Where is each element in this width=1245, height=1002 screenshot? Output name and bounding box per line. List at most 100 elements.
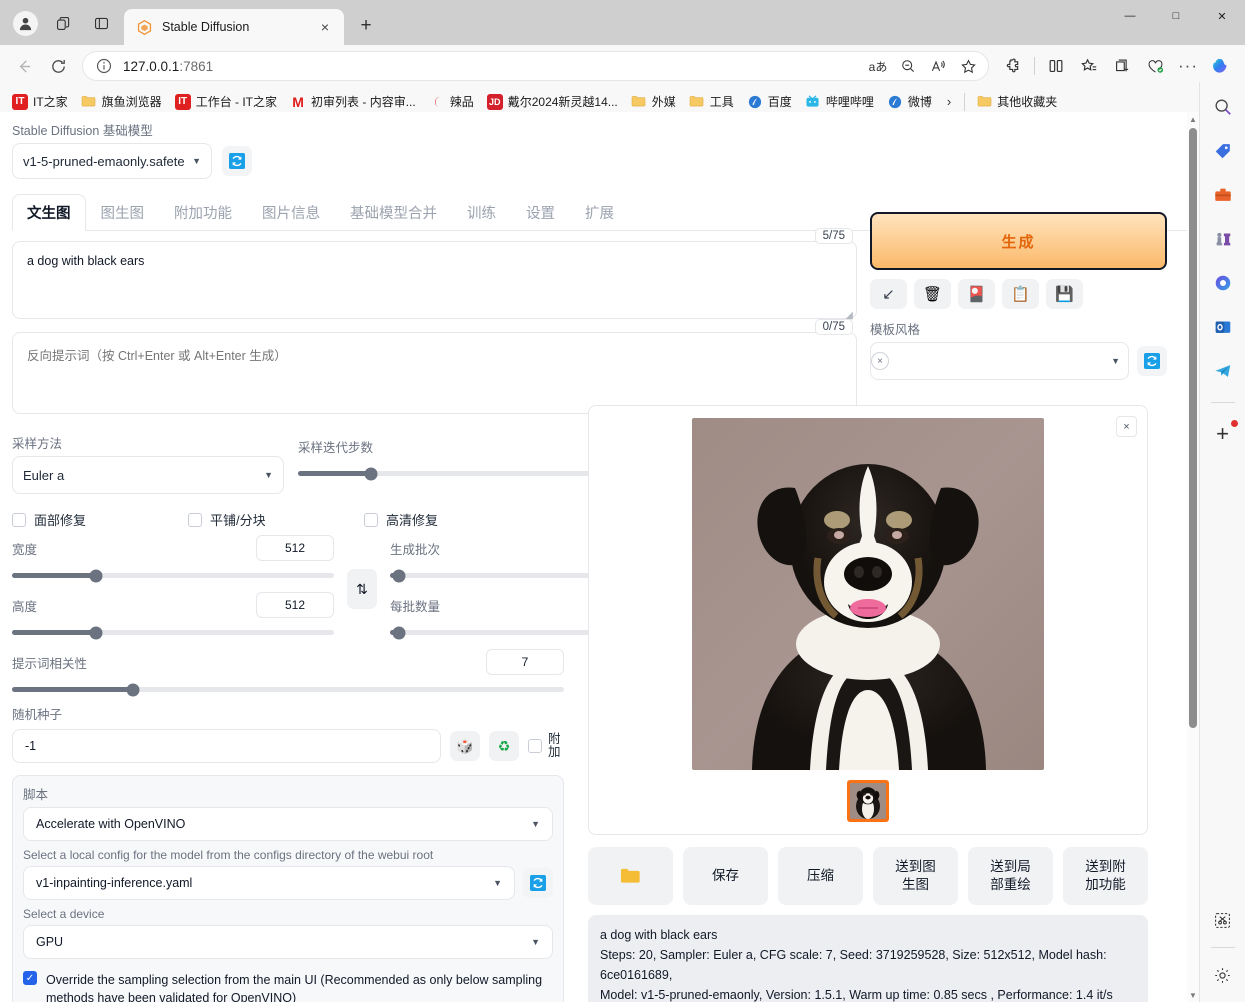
- tab-extras[interactable]: 附加功能: [159, 194, 247, 231]
- close-window-button[interactable]: ✕: [1199, 0, 1245, 32]
- reload-button[interactable]: [42, 50, 74, 82]
- profile-button[interactable]: [6, 4, 44, 42]
- bookmark-item[interactable]: IT 工作台 - IT之家: [169, 90, 283, 113]
- override-checkbox-row[interactable]: ✓ Override the sampling selection from t…: [23, 971, 553, 1002]
- vertical-tabs-button[interactable]: [82, 4, 120, 42]
- tab-extensions[interactable]: 扩展: [570, 194, 629, 231]
- bookmark-item[interactable]: 旗鱼浏览器: [75, 90, 168, 113]
- bookmark-item[interactable]: 哔哩哔哩: [799, 90, 880, 113]
- sampler-select[interactable]: Euler a ▼: [12, 456, 284, 494]
- style-select[interactable]: × ▼: [870, 342, 1129, 380]
- browser-tab[interactable]: Stable Diffusion ×: [124, 9, 344, 45]
- cfg-number-input[interactable]: 7: [486, 649, 564, 675]
- config-select[interactable]: v1-inpainting-inference.yaml ▼: [23, 866, 515, 900]
- screenshot-icon[interactable]: [1208, 905, 1238, 935]
- bookmark-item[interactable]: 微博: [881, 90, 938, 113]
- swap-dimensions-button[interactable]: ⇅: [347, 569, 377, 609]
- read-aloud-icon[interactable]: [924, 53, 952, 79]
- add-sidebar-app-button[interactable]: +: [1208, 419, 1238, 449]
- positive-prompt-input[interactable]: [12, 241, 857, 319]
- telegram-icon[interactable]: [1208, 356, 1238, 386]
- split-screen-icon[interactable]: [1040, 50, 1072, 82]
- gallery-thumbnail[interactable]: [847, 780, 889, 822]
- restore-progress-button[interactable]: ↙: [870, 279, 907, 309]
- model-refresh-button[interactable]: [222, 146, 252, 176]
- extra-seed-checkbox[interactable]: 附加: [528, 732, 564, 759]
- open-folder-button[interactable]: [588, 847, 673, 905]
- seed-reuse-button[interactable]: ♻: [489, 731, 519, 761]
- search-icon[interactable]: [1208, 92, 1238, 122]
- tab-train[interactable]: 训练: [452, 194, 511, 231]
- seed-randomize-button[interactable]: 🎲: [450, 731, 480, 761]
- close-icon[interactable]: ×: [314, 16, 336, 38]
- bookmark-item[interactable]: IT IT之家: [6, 90, 74, 113]
- script-select[interactable]: Accelerate with OpenVINO ▼: [23, 807, 553, 841]
- model-select[interactable]: v1-5-pruned-emaonly.safeter ▼: [12, 143, 212, 179]
- send-to-img2img-button[interactable]: 送到图 生图: [873, 847, 958, 905]
- bookmark-item[interactable]: 辣品: [423, 90, 480, 113]
- send-to-extras-button[interactable]: 送到附 加功能: [1063, 847, 1148, 905]
- translate-icon[interactable]: aあ: [864, 53, 892, 79]
- tab-settings[interactable]: 设置: [511, 194, 570, 231]
- copilot-icon[interactable]: [1205, 50, 1237, 82]
- extensions-icon[interactable]: [997, 50, 1029, 82]
- checkbox-face-restore[interactable]: 面部修复: [12, 510, 188, 529]
- favorites-icon[interactable]: [1073, 50, 1105, 82]
- tab-img2img[interactable]: 图生图: [86, 194, 160, 231]
- width-slider[interactable]: [12, 569, 334, 582]
- clear-prompt-button[interactable]: 🗑: [914, 279, 951, 309]
- outlook-icon[interactable]: [1208, 312, 1238, 342]
- height-slider[interactable]: [12, 626, 334, 639]
- scroll-up-arrow[interactable]: ▲: [1187, 112, 1199, 126]
- collections-icon[interactable]: [1106, 50, 1138, 82]
- save-image-button[interactable]: 保存: [683, 847, 768, 905]
- favorite-icon[interactable]: [954, 53, 982, 79]
- device-select[interactable]: GPU ▼: [23, 925, 553, 959]
- width-number-input[interactable]: 512: [256, 535, 334, 561]
- bookmark-item[interactable]: 外媒: [625, 90, 682, 113]
- tab-txt2img[interactable]: 文生图: [12, 194, 86, 231]
- close-gallery-button[interactable]: ×: [1116, 416, 1137, 437]
- info-icon[interactable]: [95, 57, 113, 75]
- maximize-button[interactable]: □: [1153, 0, 1199, 32]
- shopping-tag-icon[interactable]: [1208, 136, 1238, 166]
- checkbox-hires-fix[interactable]: 高清修复: [364, 510, 438, 529]
- checkbox-tiling[interactable]: 平铺/分块: [188, 510, 364, 529]
- bookmark-item[interactable]: JD 戴尔2024新灵越14...: [481, 90, 624, 113]
- zip-image-button[interactable]: 压缩: [778, 847, 863, 905]
- scrollbar-thumb[interactable]: [1189, 128, 1197, 728]
- bookmark-item[interactable]: 工具: [683, 90, 740, 113]
- new-tab-button[interactable]: +: [351, 11, 381, 41]
- bookmarks-overflow-button[interactable]: ›: [939, 92, 959, 111]
- generated-image[interactable]: [692, 418, 1044, 770]
- seed-input[interactable]: -1: [12, 729, 441, 763]
- tools-icon[interactable]: [1208, 180, 1238, 210]
- negative-prompt-input[interactable]: [12, 332, 857, 414]
- minimize-button[interactable]: —: [1107, 0, 1153, 32]
- tab-search-button[interactable]: [44, 4, 82, 42]
- bookmark-item[interactable]: M 初审列表 - 内容审...: [284, 90, 422, 113]
- settings-gear-icon[interactable]: [1208, 960, 1238, 990]
- send-to-inpaint-button[interactable]: 送到局 部重绘: [968, 847, 1053, 905]
- scroll-down-arrow[interactable]: ▼: [1187, 988, 1199, 1002]
- page-scrollbar[interactable]: ▲ ▼: [1187, 112, 1199, 1002]
- tab-checkpoint-merger[interactable]: 基础模型合并: [335, 194, 452, 231]
- bookmark-item[interactable]: 百度: [741, 90, 798, 113]
- height-number-input[interactable]: 512: [256, 592, 334, 618]
- settings-more-icon[interactable]: ···: [1172, 50, 1204, 82]
- other-bookmarks-button[interactable]: 其他收藏夹: [970, 90, 1063, 113]
- tab-pnginfo[interactable]: 图片信息: [247, 194, 335, 231]
- games-icon[interactable]: [1208, 224, 1238, 254]
- back-button[interactable]: [8, 50, 40, 82]
- show-extra-networks-button[interactable]: 🎴: [958, 279, 995, 309]
- cfg-slider[interactable]: [12, 683, 564, 696]
- style-refresh-button[interactable]: [1137, 346, 1167, 376]
- generate-button[interactable]: 生成: [870, 212, 1167, 270]
- microsoft365-icon[interactable]: [1208, 268, 1238, 298]
- address-bar[interactable]: 127.0.0.1:7861 aあ: [82, 51, 989, 81]
- browser-essentials-icon[interactable]: [1139, 50, 1171, 82]
- clear-icon[interactable]: ×: [871, 352, 889, 370]
- zoom-out-icon[interactable]: [894, 53, 922, 79]
- save-style-button[interactable]: 💾: [1046, 279, 1083, 309]
- apply-style-button[interactable]: 📋: [1002, 279, 1039, 309]
